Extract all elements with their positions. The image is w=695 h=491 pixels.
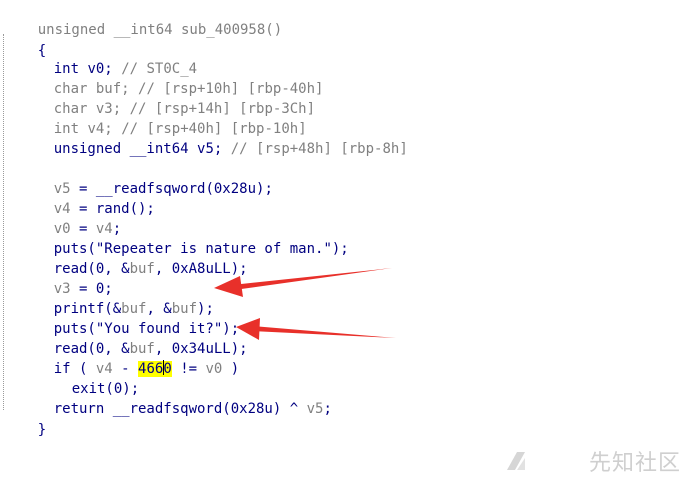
arrow-printf <box>214 268 392 297</box>
arrow-read <box>236 318 396 340</box>
pseudocode-view[interactable]: unsigned __int64 sub_400958() { int v0; … <box>0 0 695 491</box>
watermark-text: 先知社区 <box>588 451 681 476</box>
annotation-arrows <box>214 268 396 340</box>
watermark-logo-icon <box>507 452 525 470</box>
